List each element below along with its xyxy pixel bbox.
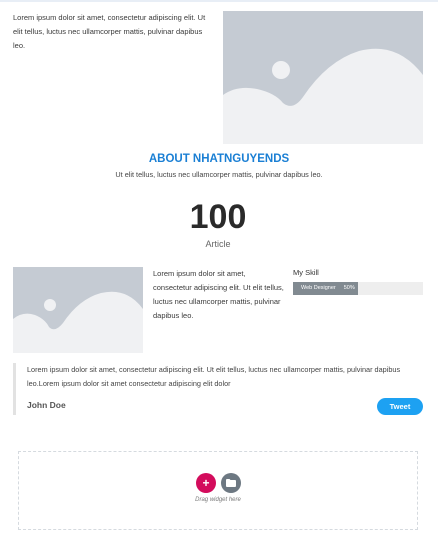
skill-progress-label: Web Designer 50%	[301, 282, 355, 295]
hero-text: Lorem ipsum dolor sit amet, consectetur …	[13, 13, 206, 50]
counter-label: Article	[205, 239, 231, 249]
skill-name: Web Designer	[301, 285, 336, 291]
skill-progress-bar: Web Designer 50%	[293, 282, 423, 295]
skill-percent: 50%	[343, 285, 355, 291]
quote-author: John Doe	[27, 400, 66, 410]
image-placeholder-icon	[13, 267, 143, 353]
drag-widget-label: Drag widget here	[195, 497, 241, 503]
skill-section-title: My Skill	[293, 268, 319, 277]
plus-icon: +	[202, 476, 210, 490]
blockquote: Lorem ipsum dolor sit amet, consectetur …	[13, 363, 426, 415]
quote-text: Lorem ipsum dolor sit amet, consectetur …	[27, 365, 401, 388]
image-placeholder-icon	[223, 11, 423, 144]
about-subtitle: Ut elit tellus, luctus nec ullamcorper m…	[115, 170, 323, 179]
tweet-button[interactable]: Tweet	[377, 398, 423, 415]
add-template-button[interactable]	[221, 473, 241, 493]
add-section-button[interactable]: +	[196, 473, 216, 493]
counter-number: 100	[189, 198, 247, 236]
folder-icon	[226, 479, 236, 487]
feature-text: Lorem ipsum dolor sit amet, consectetur …	[153, 269, 284, 320]
widget-drop-zone[interactable]: + Drag widget here	[18, 451, 418, 530]
top-accent-line	[0, 0, 438, 2]
about-title: ABOUT NHATNGUYENDS	[148, 153, 290, 165]
